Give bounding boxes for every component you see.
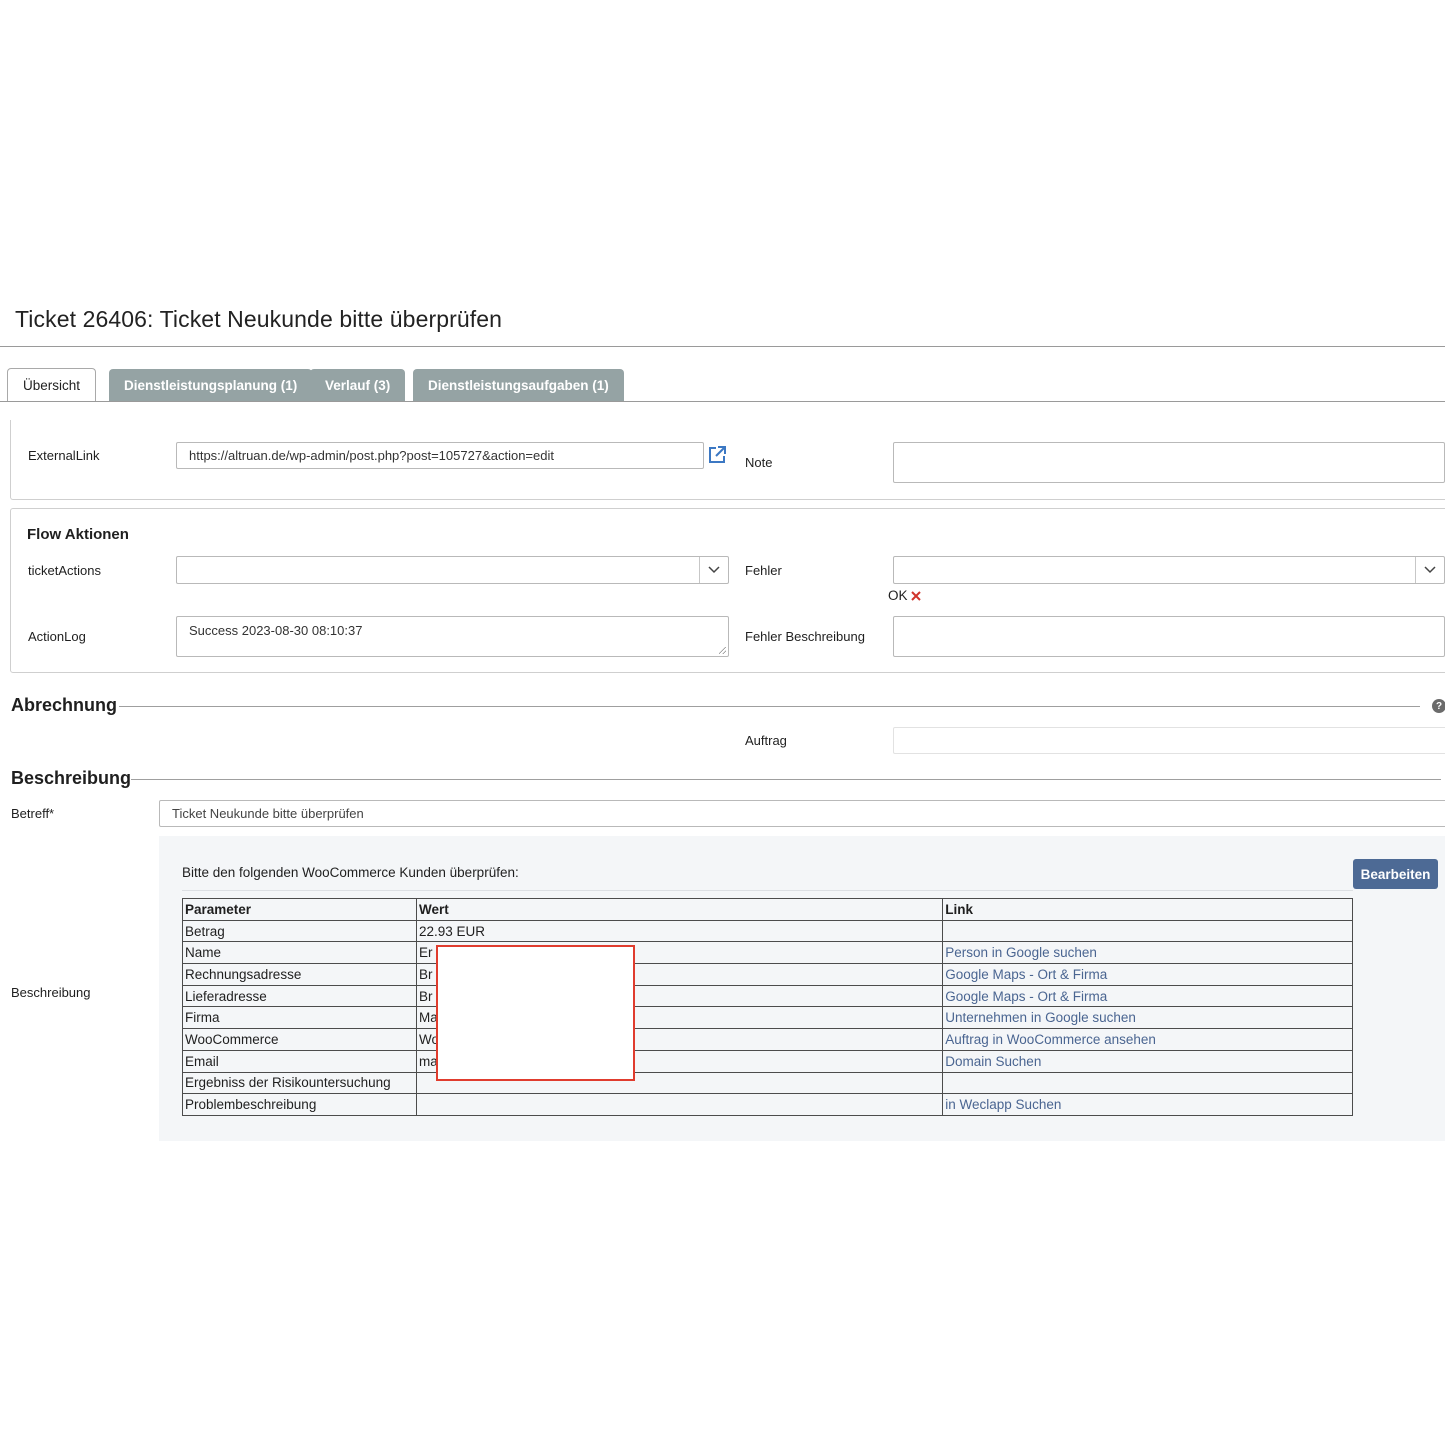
- parameter-cell: WooCommerce: [182, 1028, 417, 1051]
- table-row: Email ma Domain Suchen: [182, 1049, 1353, 1073]
- table-header-cell: Parameter: [182, 898, 417, 921]
- table-row: Problembeschreibung in Weclapp Suchen: [182, 1093, 1353, 1116]
- intro-divider: [182, 890, 1353, 891]
- fehler-select[interactable]: [893, 556, 1445, 584]
- chevron-down-icon[interactable]: [699, 557, 728, 583]
- table-header-row: Parameter Wert Link: [182, 898, 1353, 921]
- error-x-icon[interactable]: [909, 589, 923, 603]
- parameter-cell: Ergebniss der Risikountersuchung: [182, 1071, 417, 1095]
- table-row: Betrag 22.93 EUR: [182, 919, 1353, 943]
- weclapp-search-link[interactable]: in Weclapp Suchen: [942, 1093, 1353, 1116]
- tab-verlauf[interactable]: Verlauf (3): [310, 369, 406, 401]
- fehler-beschreibung-field[interactable]: [893, 616, 1445, 657]
- bearbeiten-button[interactable]: Bearbeiten: [1353, 859, 1438, 889]
- table-header-cell: Link: [942, 898, 1353, 921]
- title-divider: [0, 346, 1445, 347]
- abrechnung-title: Abrechnung: [11, 695, 117, 715]
- help-icon[interactable]: ?: [1432, 699, 1445, 713]
- auftrag-label: Auftrag: [745, 733, 787, 748]
- woocommerce-order-link[interactable]: Auftrag in WooCommerce ansehen: [942, 1028, 1353, 1051]
- ok-status-text: OK: [888, 588, 908, 603]
- betreff-label: Betreff*: [11, 806, 55, 821]
- parameter-cell: Lieferadresse: [182, 984, 417, 1008]
- value-cell: [415, 1093, 944, 1116]
- tab-uebersicht[interactable]: Übersicht: [7, 368, 97, 402]
- note-label: Note: [745, 455, 773, 470]
- parameter-cell: Rechnungsadresse: [182, 963, 417, 986]
- action-log-field[interactable]: Success 2023-08-30 08:10:37: [176, 616, 729, 657]
- parameter-cell: Firma: [182, 1006, 417, 1030]
- abrechnung-divider: [119, 706, 1420, 707]
- chevron-down-icon[interactable]: [1415, 557, 1444, 583]
- parameter-cell: Name: [182, 941, 417, 965]
- open-external-link-icon[interactable]: [707, 445, 727, 465]
- beschreibung-divider: [131, 779, 1441, 780]
- redaction-box: [436, 945, 635, 1081]
- beschreibung-label: Beschreibung: [11, 985, 91, 1000]
- flow-actions-title: Flow Aktionen: [27, 526, 129, 543]
- note-field[interactable]: [893, 442, 1445, 483]
- fehler-label: Fehler: [745, 563, 782, 578]
- person-google-link[interactable]: Person in Google suchen: [942, 941, 1353, 965]
- parameter-cell: Email: [182, 1049, 417, 1073]
- beschreibung-title: Beschreibung: [11, 768, 132, 788]
- maps-billing-link[interactable]: Google Maps - Ort & Firma: [942, 963, 1353, 986]
- table-row: Rechnungsadresse Br Google Maps - Ort & …: [182, 963, 1353, 986]
- action-log-label: ActionLog: [28, 629, 86, 644]
- ticket-actions-select[interactable]: [176, 556, 729, 584]
- tabs-divider: [0, 401, 1445, 402]
- table-row: Lieferadresse Br Google Maps - Ort & Fir…: [182, 984, 1353, 1008]
- tab-dienstleistungsaufgaben[interactable]: Dienstleistungsaufgaben (1): [413, 369, 624, 401]
- maps-shipping-link[interactable]: Google Maps - Ort & Firma: [942, 984, 1353, 1008]
- beschreibung-intro: Bitte den folgenden WooCommerce Kunden ü…: [182, 865, 519, 880]
- link-cell: [942, 919, 1353, 943]
- external-link-label: ExternalLink: [28, 448, 100, 463]
- link-cell: [942, 1071, 1353, 1095]
- action-log-value: Success 2023-08-30 08:10:37: [189, 623, 363, 638]
- value-cell: 22.93 EUR: [415, 919, 944, 943]
- table-row: Name Er Person in Google suchen: [182, 941, 1353, 965]
- resize-grip-icon[interactable]: [719, 647, 726, 654]
- ticket-actions-label: ticketActions: [28, 563, 101, 578]
- page-title: Ticket 26406: Ticket Neukunde bitte über…: [15, 306, 503, 332]
- customer-parameters-table: Parameter Wert Link Betrag 22.93 EUR Nam…: [182, 898, 1353, 1116]
- betreff-field[interactable]: Ticket Neukunde bitte überprüfen: [159, 800, 1445, 827]
- domain-search-link[interactable]: Domain Suchen: [942, 1049, 1353, 1073]
- external-link-field[interactable]: https://altruan.de/wp-admin/post.php?pos…: [176, 442, 704, 469]
- table-header-cell: Wert: [415, 898, 944, 921]
- parameter-cell: Problembeschreibung: [182, 1093, 417, 1116]
- table-row: Ergebniss der Risikountersuchung: [182, 1071, 1353, 1095]
- table-row: Firma Ma Unternehmen in Google suchen: [182, 1006, 1353, 1030]
- fehler-beschreibung-label: Fehler Beschreibung: [745, 629, 865, 644]
- table-row: WooCommerce Wo Auftrag in WooCommerce an…: [182, 1028, 1353, 1051]
- tab-dienstleistungsplanung[interactable]: Dienstleistungsplanung (1): [109, 369, 313, 401]
- auftrag-field[interactable]: [893, 727, 1445, 754]
- parameter-cell: Betrag: [182, 919, 417, 943]
- company-google-link[interactable]: Unternehmen in Google suchen: [942, 1006, 1353, 1030]
